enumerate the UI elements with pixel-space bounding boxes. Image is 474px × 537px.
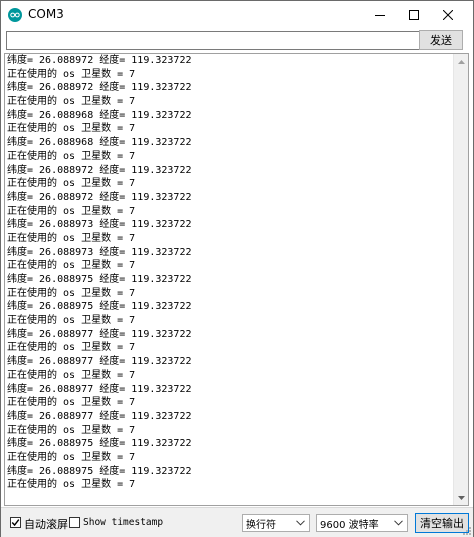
console-line: 纬度= 26.088973 经度= 119.323722 bbox=[7, 246, 192, 258]
close-icon bbox=[443, 10, 453, 20]
minimize-icon bbox=[375, 15, 385, 16]
resize-grip-icon[interactable] bbox=[462, 526, 472, 536]
console-line: 纬度= 26.088977 经度= 119.323722 bbox=[7, 356, 192, 368]
console-line: 正在使用的 os 卫星数 = 7 bbox=[7, 424, 136, 436]
console-line: 纬度= 26.088977 经度= 119.323722 bbox=[7, 410, 192, 422]
console-line: 正在使用的 os 卫星数 = 7 bbox=[7, 451, 136, 463]
send-button[interactable]: 发送 bbox=[419, 30, 463, 50]
console-line: 纬度= 26.088975 经度= 119.323722 bbox=[7, 301, 192, 313]
console-line: 纬度= 26.088977 经度= 119.323722 bbox=[7, 328, 192, 340]
scroll-down-arrow-icon[interactable] bbox=[454, 490, 468, 505]
console-line: 正在使用的 os 卫星数 = 7 bbox=[7, 342, 136, 354]
autoscroll-checkbox[interactable] bbox=[10, 517, 21, 528]
vertical-scrollbar[interactable] bbox=[453, 54, 468, 505]
console-line: 正在使用的 os 卫星数 = 7 bbox=[7, 287, 136, 299]
chevron-down-icon bbox=[394, 520, 403, 526]
line-ending-select[interactable]: 换行符 bbox=[242, 514, 310, 532]
line-ending-value: 换行符 bbox=[246, 519, 276, 531]
chevron-down-icon bbox=[296, 520, 305, 526]
console-line: 纬度= 26.088975 经度= 119.323722 bbox=[7, 438, 192, 450]
console-line: 正在使用的 os 卫星数 = 7 bbox=[7, 178, 136, 190]
title-bar[interactable]: COM3 bbox=[1, 1, 473, 29]
console-line: 正在使用的 os 卫星数 = 7 bbox=[7, 369, 136, 381]
console-line: 纬度= 26.088972 经度= 119.323722 bbox=[7, 55, 192, 66]
checkmark-icon bbox=[11, 519, 20, 527]
console-line: 纬度= 26.088968 经度= 119.323722 bbox=[7, 109, 192, 121]
console-line: 正在使用的 os 卫星数 = 7 bbox=[7, 96, 136, 108]
close-button[interactable] bbox=[431, 1, 465, 29]
bottom-bar: 自动滚屏 Show timestamp 换行符 9600 波特率 清空输出 bbox=[1, 507, 473, 537]
autoscroll-label: 自动滚屏 bbox=[24, 518, 68, 531]
console-line: 纬度= 26.088977 经度= 119.323722 bbox=[7, 383, 192, 395]
console-line: 纬度= 26.088972 经度= 119.323722 bbox=[7, 82, 192, 94]
console-line: 纬度= 26.088972 经度= 119.323722 bbox=[7, 191, 192, 203]
scroll-up-arrow-icon[interactable] bbox=[454, 54, 468, 69]
console-line: 正在使用的 os 卫星数 = 7 bbox=[7, 315, 136, 327]
show-timestamp-checkbox[interactable] bbox=[69, 517, 80, 528]
clear-output-button[interactable]: 清空输出 bbox=[415, 513, 469, 533]
window-title: COM3 bbox=[28, 7, 64, 21]
maximize-button[interactable] bbox=[397, 1, 431, 29]
console-line: 纬度= 26.088968 经度= 119.323722 bbox=[7, 137, 192, 149]
serial-output-console[interactable]: 纬度= 26.088972 经度= 119.323722 正在使用的 os 卫星数… bbox=[4, 53, 469, 506]
show-timestamp-label: Show timestamp bbox=[83, 517, 164, 528]
console-line: 正在使用的 os 卫星数 = 7 bbox=[7, 68, 136, 80]
console-line: 纬度= 26.088972 经度= 119.323722 bbox=[7, 164, 192, 176]
console-line: 正在使用的 os 卫星数 = 7 bbox=[7, 397, 136, 409]
console-line: 正在使用的 os 卫星数 = 7 bbox=[7, 479, 136, 491]
console-line: 纬度= 26.088973 经度= 119.323722 bbox=[7, 219, 192, 231]
console-line: 正在使用的 os 卫星数 = 7 bbox=[7, 150, 136, 162]
console-line: 正在使用的 os 卫星数 = 7 bbox=[7, 232, 136, 244]
console-line: 正在使用的 os 卫星数 = 7 bbox=[7, 205, 136, 217]
minimize-button[interactable] bbox=[363, 1, 397, 29]
console-line: 纬度= 26.088975 经度= 119.323722 bbox=[7, 274, 192, 285]
arduino-icon bbox=[8, 8, 22, 22]
maximize-icon bbox=[409, 10, 419, 20]
baud-rate-value: 9600 波特率 bbox=[320, 519, 379, 531]
serial-monitor-window: COM3 发送 纬度= 26.088972 经度= 119.323722 正在使用… bbox=[0, 0, 474, 537]
console-line: 纬度= 26.088975 经度= 119.323722 bbox=[7, 465, 192, 477]
console-line: 正在使用的 os 卫星数 = 7 bbox=[7, 260, 136, 272]
baud-rate-select[interactable]: 9600 波特率 bbox=[316, 514, 408, 532]
send-input[interactable] bbox=[6, 31, 420, 50]
send-row: 发送 bbox=[1, 29, 473, 53]
console-line: 正在使用的 os 卫星数 = 7 bbox=[7, 123, 136, 135]
console-lines: 纬度= 26.088972 经度= 119.323722 正在使用的 os 卫星数… bbox=[7, 54, 455, 492]
